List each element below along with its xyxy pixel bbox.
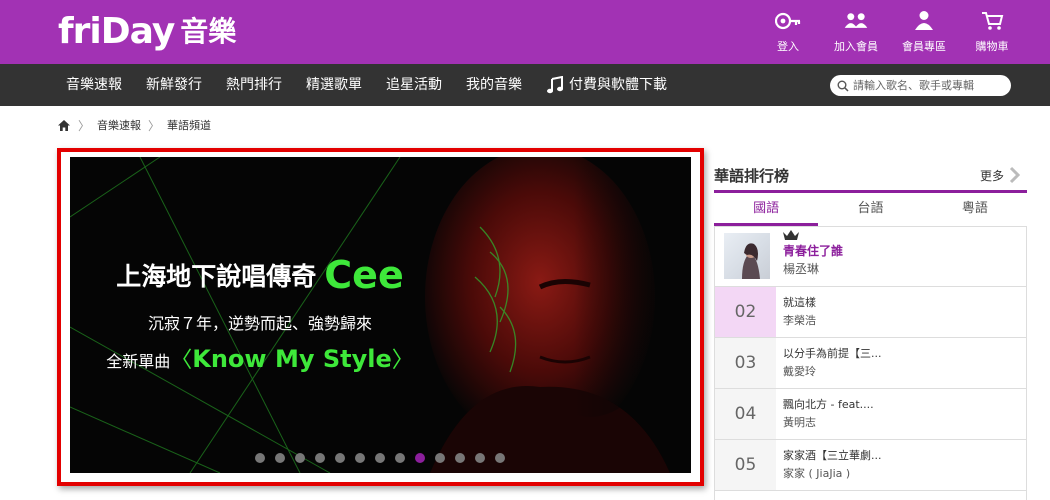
top-song-title: 青春住了誰 [783,244,844,258]
logo-wordmark: friDay [58,11,175,52]
banner-title: 上海地下說唱傳奇 [116,262,317,291]
search-box[interactable] [830,75,1011,96]
song-title: 家家酒【三立華劇... [783,449,882,462]
breadcrumb-separator: 〉 [148,118,161,133]
join-member-icon [844,13,868,28]
carousel-dot[interactable] [295,453,305,463]
album-cover-art [742,243,760,279]
nav-item-new-releases[interactable]: 新鮮發行 [146,64,202,106]
nav-item-my-music[interactable]: 我的音樂 [466,64,522,106]
album-cover [724,233,770,279]
breadcrumb-separator: 〉 [78,118,91,133]
more-link[interactable]: 更多 [980,166,1021,184]
join-member-label: 加入會員 [834,40,878,53]
carousel-dot[interactable] [275,453,285,463]
breadcrumb-mandarin-channel[interactable]: 華語頻道 [167,117,211,133]
nav-item-playlists[interactable]: 精選歌單 [306,64,362,106]
more-label: 更多 [980,168,1005,183]
chart-row-top[interactable]: 青春住了誰 楊丞琳 [715,227,1026,287]
banner-artist: Cee [324,253,404,297]
logo-chinese: 音樂 [180,15,237,48]
hero-banner[interactable]: 上海地下說唱傳奇 Cee 沉寂７年，逆勢而起、強勢歸來 全新單曲〈Know My … [70,157,691,473]
tab-cantonese[interactable]: 粵語 [923,193,1027,226]
carousel-dot[interactable] [395,453,405,463]
carousel-dot[interactable] [355,453,365,463]
banner-subtitle: 沉寂７年，逆勢而起、強勢歸來 [147,314,372,333]
search-icon [837,80,849,92]
tab-mandarin[interactable]: 國語 [714,193,819,226]
breadcrumb-music-news[interactable]: 音樂速報 [97,117,141,133]
carousel-dot[interactable] [255,453,265,463]
nav-item-star-events[interactable]: 追星活動 [386,64,442,106]
carousel-dot[interactable] [415,453,425,463]
song-title: 以分手為前提【三... [783,347,882,360]
music-note-icon [547,76,563,94]
song-artist: 黃明志 [783,416,816,429]
site-logo[interactable]: friDay 音樂 [58,11,236,53]
crown-icon [783,230,799,240]
member-area-label: 會員專區 [902,40,946,53]
rank-number: 02 [715,287,776,337]
song-artist: 李榮浩 [783,314,816,327]
join-member-button[interactable]: 加入會員 [821,10,891,56]
rank-number: 05 [715,440,776,490]
song-title: 飄向北方 - feat.... [783,398,874,411]
rank-number: 04 [715,389,776,439]
nav-item-download[interactable]: 付費與軟體下載 [546,64,667,106]
banner-single-line: 全新單曲〈Know My Style〉 [70,342,450,374]
nav-item-top-charts[interactable]: 熱門排行 [226,64,282,106]
chart-row[interactable]: 04 飄向北方 - feat.... 黃明志 [715,389,1026,440]
chevron-right-icon [1009,166,1021,184]
carousel-dot[interactable] [495,453,505,463]
bracket-open: 〈 [170,348,193,373]
carousel-dot[interactable] [335,453,345,463]
cart-button[interactable]: 購物車 [957,10,1027,56]
member-icon [915,11,933,30]
top-song-artist: 楊丞琳 [783,262,820,276]
breadcrumb: 〉 音樂速報 〉 華語頻道 [57,117,211,133]
chart-panel-title: 華語排行榜 [714,167,790,185]
download-label: 付費與軟體下載 [569,77,667,93]
nav-item-music-news[interactable]: 音樂速報 [66,64,122,106]
carousel-dot[interactable] [375,453,385,463]
rank-number: 03 [715,338,776,388]
home-icon[interactable] [57,119,71,132]
song-artist: 戴愛玲 [783,365,816,378]
carousel-dots [255,453,515,463]
carousel-dot[interactable] [435,453,445,463]
cart-icon [982,12,1004,30]
song-artist: 家家 ( JiaJia ) [783,467,851,480]
member-area-button[interactable]: 會員專區 [889,10,959,56]
single-prefix: 全新單曲 [106,352,171,371]
tab-taiwanese[interactable]: 台語 [818,193,922,226]
login-button[interactable]: 登入 [753,10,823,56]
carousel-dot[interactable] [315,453,325,463]
bracket-close: 〉 [391,348,414,373]
banner-headline: 上海地下說唱傳奇 Cee [70,253,450,297]
chart-row[interactable]: 05 家家酒【三立華劇... 家家 ( JiaJia ) [715,440,1026,491]
chart-row[interactable]: 02 就這樣 李榮浩 [715,287,1026,338]
search-input[interactable] [853,79,1003,92]
cart-label: 購物車 [975,40,1009,53]
carousel-dot[interactable] [475,453,485,463]
chart-tabs: 國語 台語 粵語 [714,193,1027,227]
carousel-dot[interactable] [455,453,465,463]
chart-list: 青春住了誰 楊丞琳 02 就這樣 李榮浩 03 以分手為前提【三... 戴愛玲 … [714,227,1027,500]
song-title: 就這樣 [783,296,816,309]
login-label: 登入 [777,40,799,53]
login-icon [775,12,801,30]
single-name: Know My Style [192,345,392,373]
chart-row[interactable]: 03 以分手為前提【三... 戴愛玲 [715,338,1026,389]
